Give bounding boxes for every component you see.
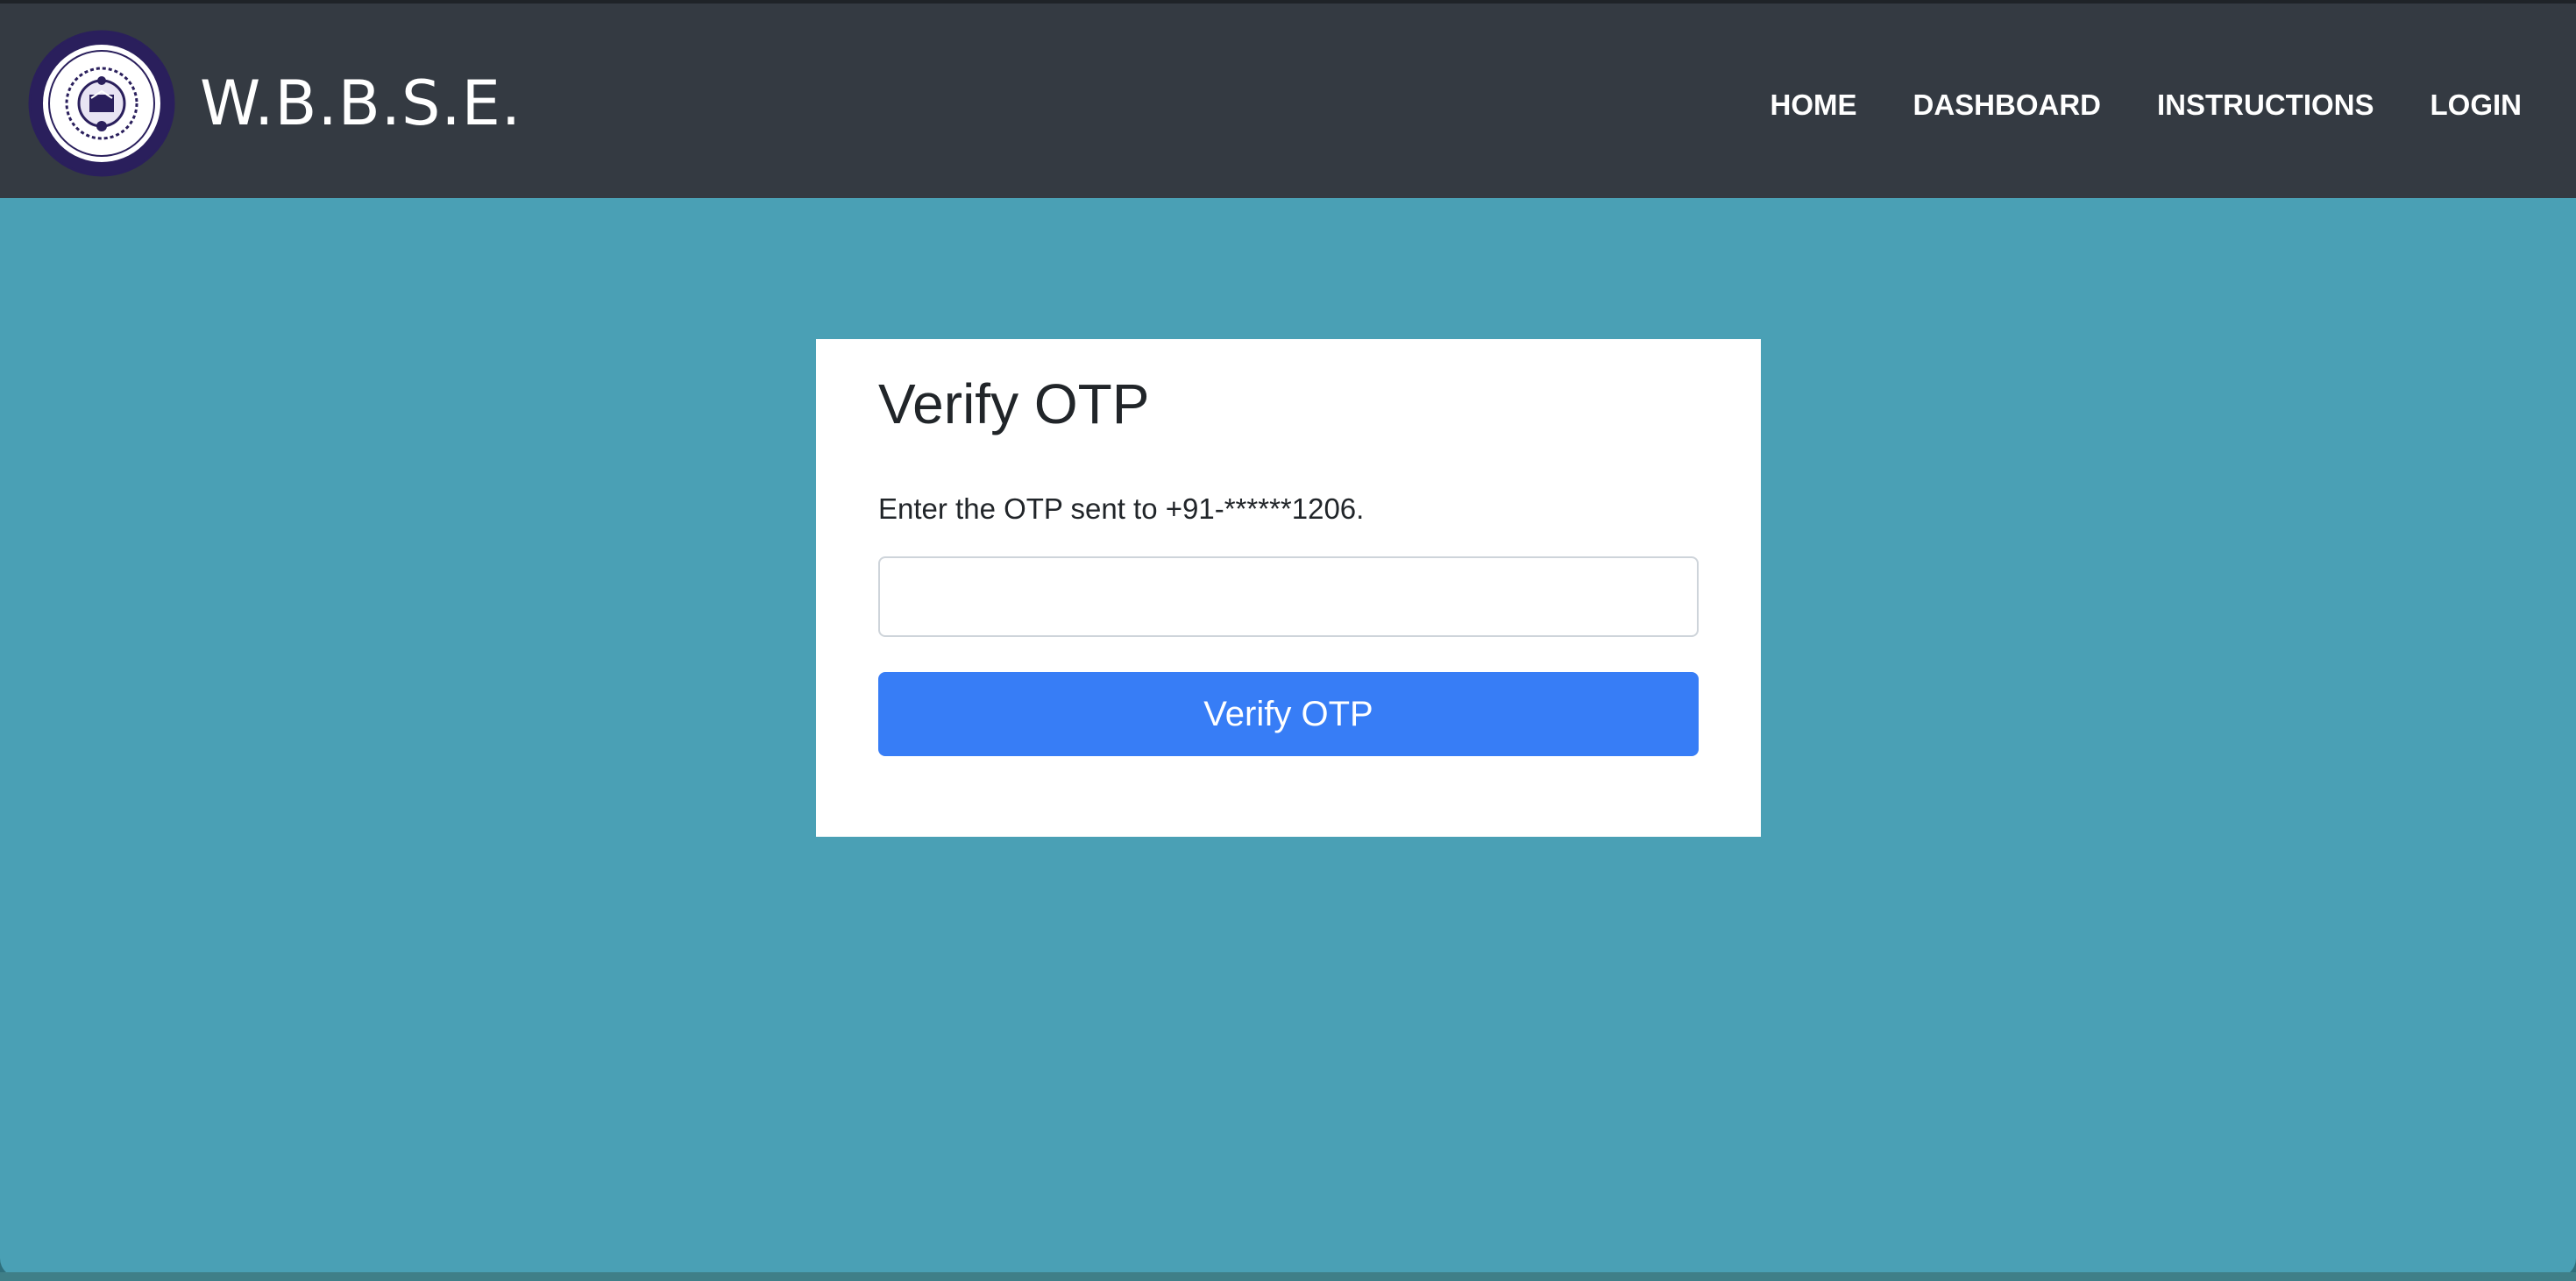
verify-otp-card: Verify OTP Enter the OTP sent to +91-***…: [816, 339, 1761, 837]
nav-login-link[interactable]: LOGIN: [2431, 88, 2523, 123]
page-title: Verify OTP: [878, 372, 1150, 435]
main-nav: HOME DASHBOARD INSTRUCTIONS LOGIN: [1771, 88, 2523, 123]
wbbse-seal-icon[interactable]: [28, 30, 175, 177]
nav-home-link[interactable]: HOME: [1771, 88, 1857, 123]
browser-window: W.B.B.S.E. HOME DASHBOARD INSTRUCTIONS L…: [0, 0, 2576, 1277]
otp-input[interactable]: [878, 556, 1699, 637]
otp-instruction-text: Enter the OTP sent to +91-******1206.: [878, 492, 1365, 525]
top-navbar: W.B.B.S.E. HOME DASHBOARD INSTRUCTIONS L…: [0, 0, 2576, 198]
verify-otp-button[interactable]: Verify OTP: [878, 672, 1699, 756]
nav-dashboard-link[interactable]: DASHBOARD: [1913, 88, 2102, 123]
desktop-background-strip: [0, 1272, 2576, 1281]
nav-instructions-link[interactable]: INSTRUCTIONS: [2157, 88, 2374, 123]
brand-title[interactable]: W.B.B.S.E.: [200, 67, 522, 140]
